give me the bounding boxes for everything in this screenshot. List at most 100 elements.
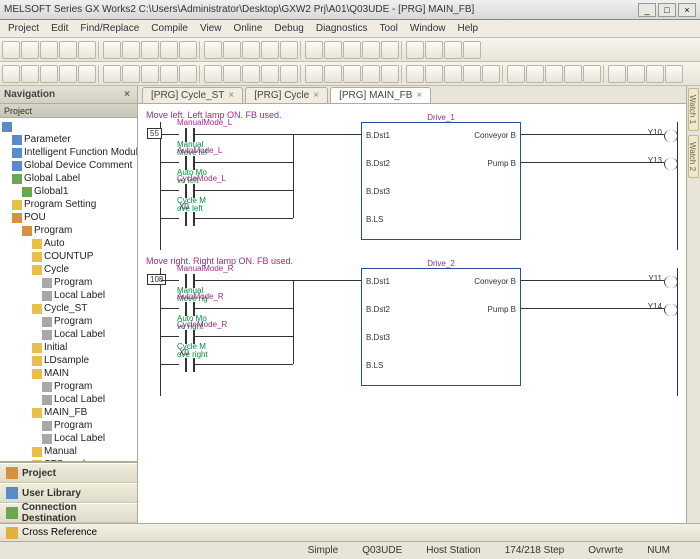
tool-button[interactable] — [223, 65, 241, 83]
coil[interactable] — [664, 304, 678, 316]
tool-button[interactable] — [425, 41, 443, 59]
editor-tab[interactable]: [PRG] Cycle× — [245, 87, 328, 103]
menu-view[interactable]: View — [196, 23, 226, 34]
tree-node[interactable]: Program — [0, 419, 137, 432]
tool-button[interactable] — [179, 65, 197, 83]
nav-section-project[interactable]: Project — [0, 463, 137, 483]
tool-button[interactable] — [507, 65, 525, 83]
coil[interactable] — [664, 158, 678, 170]
tool-button[interactable] — [381, 65, 399, 83]
tree-node[interactable]: LDsample — [0, 354, 137, 367]
tree-node[interactable]: Local Label — [0, 393, 137, 406]
tool-button[interactable] — [261, 41, 279, 59]
editor-tab[interactable]: [PRG] MAIN_FB× — [330, 87, 431, 103]
tool-button[interactable] — [381, 41, 399, 59]
tree-node[interactable]: Program — [0, 315, 137, 328]
tool-button[interactable] — [40, 65, 58, 83]
menu-findreplace[interactable]: Find/Replace — [76, 23, 143, 34]
cross-reference-bar[interactable]: Cross Reference — [0, 523, 700, 541]
tool-button[interactable] — [583, 65, 601, 83]
project-tree[interactable]: ParameterIntelligent Function ModuleGlob… — [0, 118, 137, 462]
tool-button[interactable] — [242, 65, 260, 83]
tool-button[interactable] — [103, 65, 121, 83]
tree-node[interactable]: Cycle — [0, 263, 137, 276]
tool-button[interactable] — [2, 41, 20, 59]
tool-button[interactable] — [545, 65, 563, 83]
tool-button[interactable] — [242, 41, 260, 59]
nav-section-user-library[interactable]: User Library — [0, 483, 137, 503]
tree-node[interactable]: Intelligent Function Module — [0, 146, 137, 159]
tool-button[interactable] — [141, 41, 159, 59]
function-block[interactable]: Drive_2B.Dst1Conveyor BB.Dst2Pump BB.Dst… — [361, 268, 521, 386]
watch-tab[interactable]: Watch 2 — [688, 135, 699, 178]
tool-button[interactable] — [526, 65, 544, 83]
tool-button[interactable] — [78, 41, 96, 59]
tool-button[interactable] — [103, 41, 121, 59]
tree-node[interactable]: Global1 — [0, 185, 137, 198]
tool-button[interactable] — [463, 41, 481, 59]
tool-button[interactable] — [78, 65, 96, 83]
nav-close-icon[interactable]: × — [121, 89, 133, 101]
tool-button[interactable] — [305, 41, 323, 59]
tool-button[interactable] — [141, 65, 159, 83]
tool-button[interactable] — [2, 65, 20, 83]
tool-button[interactable] — [444, 65, 462, 83]
tool-button[interactable] — [343, 65, 361, 83]
tree-node[interactable]: MAIN_FB — [0, 406, 137, 419]
tree-node[interactable]: Program — [0, 276, 137, 289]
ladder-editor[interactable]: Move left. Left lamp ON. FB used.55Manua… — [138, 104, 686, 523]
minimize-button[interactable]: _ — [638, 3, 656, 17]
tree-node[interactable]: POU — [0, 211, 137, 224]
tool-button[interactable] — [406, 41, 424, 59]
maximize-button[interactable]: □ — [658, 3, 676, 17]
tool-button[interactable] — [280, 65, 298, 83]
close-button[interactable]: × — [678, 3, 696, 17]
tool-button[interactable] — [59, 65, 77, 83]
menu-compile[interactable]: Compile — [147, 23, 192, 34]
tool-button[interactable] — [608, 65, 626, 83]
tree-node[interactable]: Initial — [0, 341, 137, 354]
tool-button[interactable] — [646, 65, 664, 83]
tool-button[interactable] — [564, 65, 582, 83]
menu-help[interactable]: Help — [453, 23, 482, 34]
tree-node[interactable]: Cycle_ST — [0, 302, 137, 315]
tool-button[interactable] — [406, 65, 424, 83]
tree-node[interactable]: Program Setting — [0, 198, 137, 211]
menu-window[interactable]: Window — [406, 23, 450, 34]
function-block[interactable]: Drive_1B.Dst1Conveyor BB.Dst2Pump BB.Dst… — [361, 122, 521, 240]
coil[interactable] — [664, 130, 678, 142]
tool-button[interactable] — [463, 65, 481, 83]
tree-node[interactable]: Local Label — [0, 432, 137, 445]
tree-node[interactable] — [0, 120, 137, 133]
tree-node[interactable]: MAIN — [0, 367, 137, 380]
ladder-network[interactable]: 55ManualMode_LManualMove lefAutoMode_LAu… — [160, 122, 678, 250]
tool-button[interactable] — [482, 65, 500, 83]
tool-button[interactable] — [362, 41, 380, 59]
tool-button[interactable] — [223, 41, 241, 59]
tool-button[interactable] — [204, 65, 222, 83]
editor-tab[interactable]: [PRG] Cycle_ST× — [142, 87, 243, 103]
ladder-network[interactable]: 108ManualMode_RManualMove rigAutoMode_RA… — [160, 268, 678, 396]
tool-button[interactable] — [444, 41, 462, 59]
tool-button[interactable] — [324, 41, 342, 59]
tree-node[interactable]: COUNTUP — [0, 250, 137, 263]
menu-project[interactable]: Project — [4, 23, 43, 34]
tool-button[interactable] — [280, 41, 298, 59]
tool-button[interactable] — [261, 65, 279, 83]
tool-button[interactable] — [305, 65, 323, 83]
tool-button[interactable] — [122, 41, 140, 59]
tree-node[interactable]: Global Label — [0, 172, 137, 185]
tree-node[interactable]: Program — [0, 224, 137, 237]
tool-button[interactable] — [40, 41, 58, 59]
tool-button[interactable] — [204, 41, 222, 59]
menu-tool[interactable]: Tool — [376, 23, 402, 34]
menu-diagnostics[interactable]: Diagnostics — [312, 23, 372, 34]
tool-button[interactable] — [324, 65, 342, 83]
tree-node[interactable]: Global Device Comment — [0, 159, 137, 172]
tab-close-icon[interactable]: × — [228, 90, 234, 101]
tool-button[interactable] — [343, 41, 361, 59]
tool-button[interactable] — [21, 41, 39, 59]
menu-edit[interactable]: Edit — [47, 23, 72, 34]
watch-tab[interactable]: Watch 1 — [688, 88, 699, 131]
tree-node[interactable]: Local Label — [0, 328, 137, 341]
